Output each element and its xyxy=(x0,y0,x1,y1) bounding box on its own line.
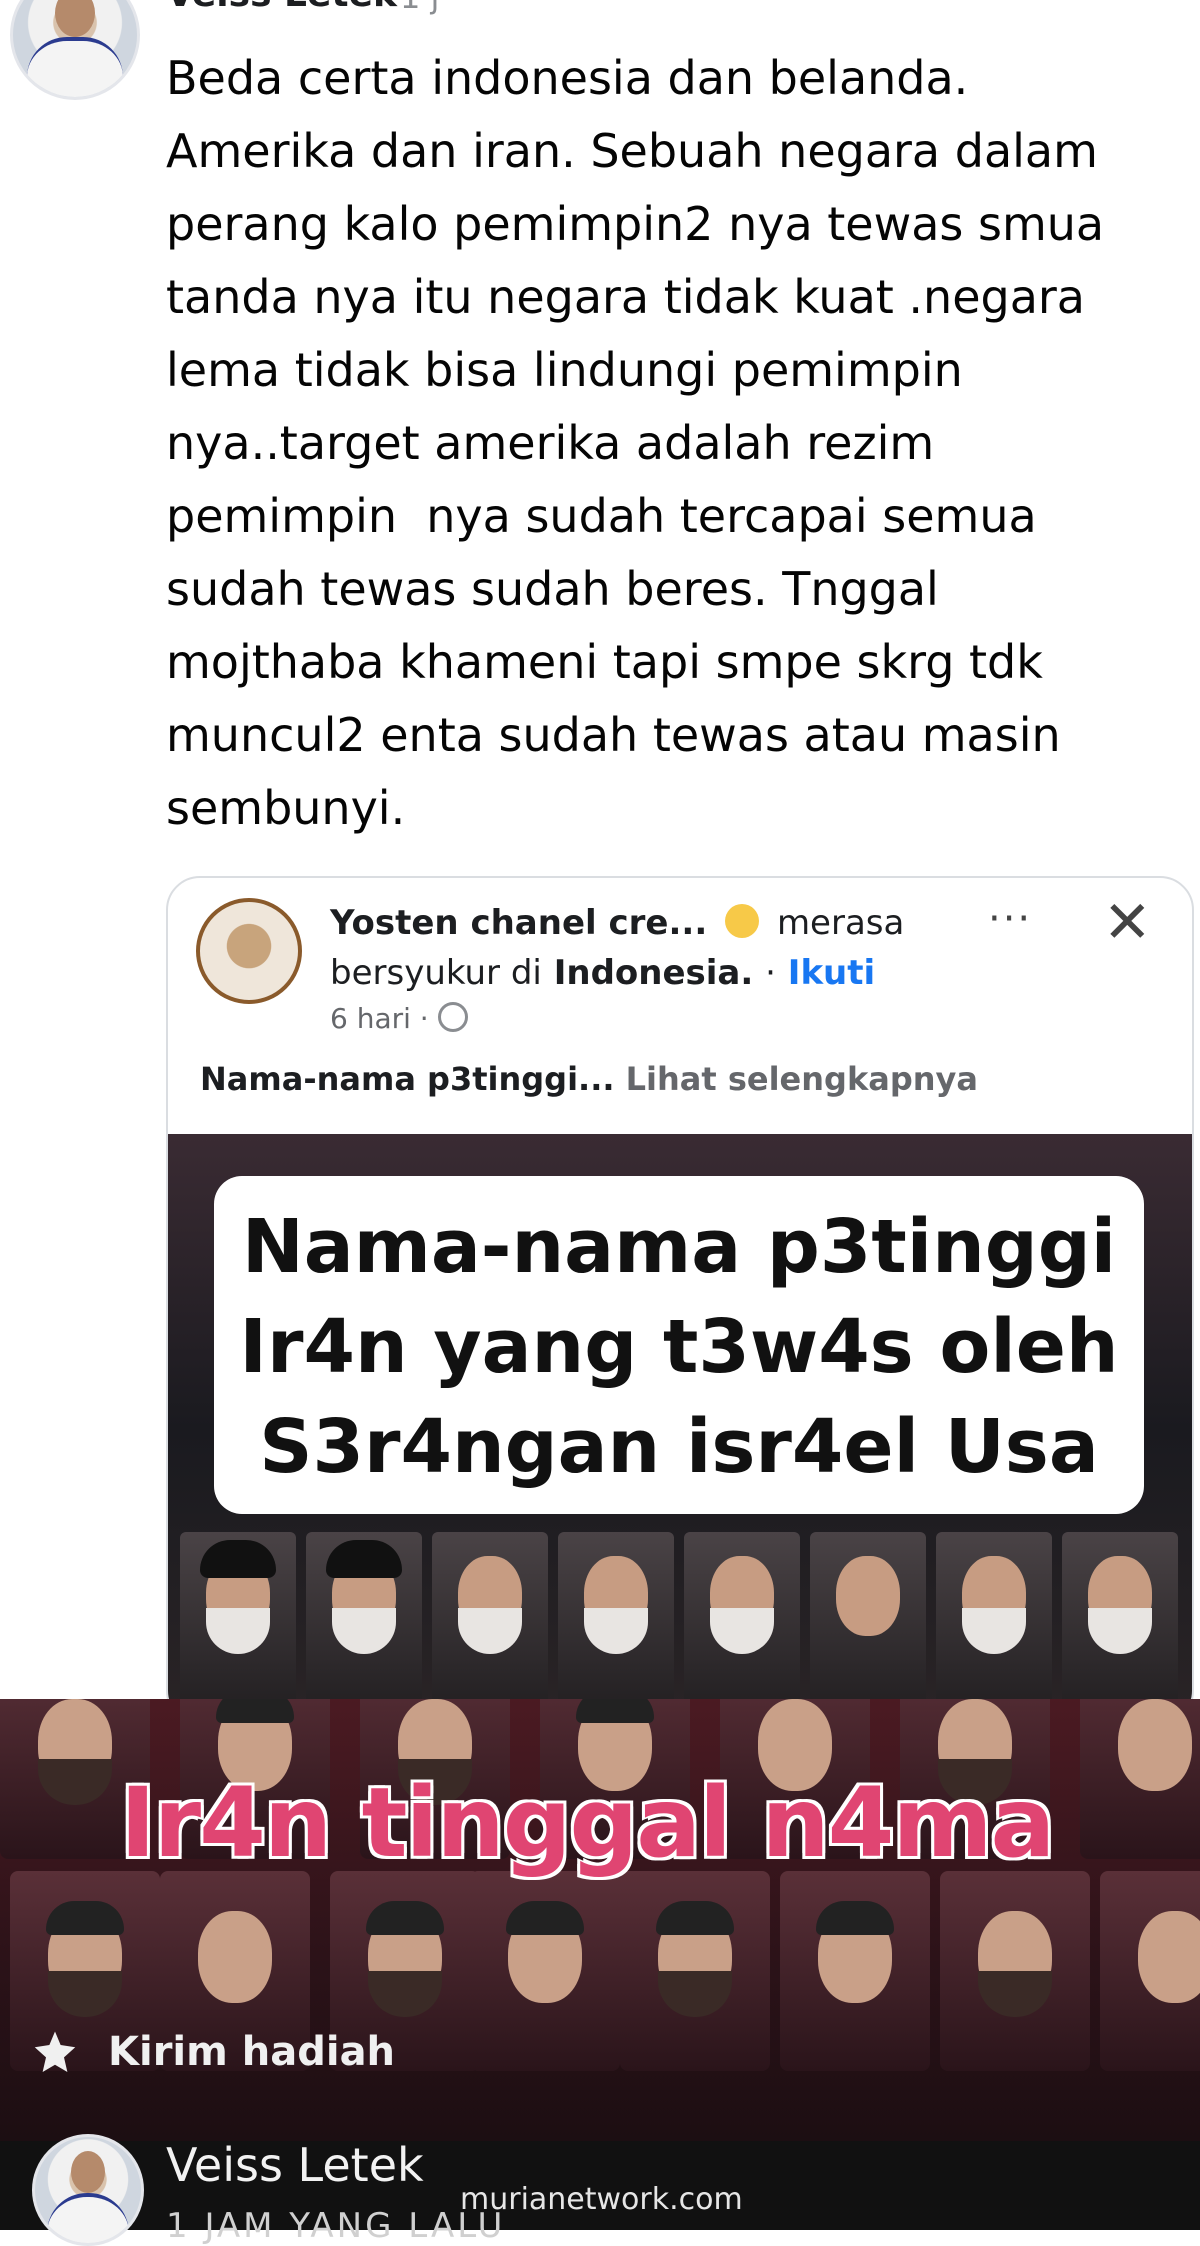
shared-post-card[interactable]: Yosten chanel cre... merasa bersyukur di… xyxy=(166,876,1194,1725)
header-separator: · xyxy=(765,953,776,993)
post-image[interactable]: Nama-nama p3tinggi Ir4n yang t3w4s oleh … xyxy=(168,1134,1192,1723)
comment-text: Beda certa indonesia dan belanda. Amerik… xyxy=(166,51,1105,835)
gift-icon[interactable] xyxy=(28,2027,82,2081)
avatar-head xyxy=(55,0,95,37)
portrait xyxy=(432,1532,548,1712)
post-header: Yosten chanel cre... merasa bersyukur di… xyxy=(330,898,970,998)
commenter-avatar[interactable] xyxy=(10,0,140,100)
portrait-row xyxy=(168,1532,1192,1712)
portrait xyxy=(558,1532,674,1712)
feeling-emoji-icon xyxy=(725,904,760,938)
feeling-rest: bersyukur di xyxy=(330,953,542,993)
commenter-name[interactable]: Veiss Letek xyxy=(166,0,397,15)
headline-line-1: Nama-nama p3tinggi xyxy=(241,1204,1117,1290)
headline-line-3: S3r4ngan isr4el Usa xyxy=(259,1404,1099,1490)
portrait xyxy=(684,1532,800,1712)
collage-image[interactable]: Ir4n tinggal n4ma Kirim hadiah xyxy=(0,1699,1200,2141)
feeling-text: merasa xyxy=(776,903,905,943)
portrait xyxy=(470,1871,620,2071)
portrait xyxy=(180,1532,296,1712)
portrait xyxy=(306,1532,422,1712)
location-link[interactable]: Indonesia. xyxy=(554,953,754,993)
headline-line-2: Ir4n yang t3w4s oleh xyxy=(239,1304,1119,1390)
portrait xyxy=(936,1532,1052,1712)
page-avatar[interactable] xyxy=(196,898,302,1004)
portrait xyxy=(1062,1532,1178,1712)
close-icon[interactable]: ✕ xyxy=(1103,888,1152,956)
send-gift-button[interactable]: Kirim hadiah xyxy=(108,2029,395,2075)
portrait xyxy=(1080,1699,1200,1859)
portrait xyxy=(780,1871,930,2071)
post-time: 6 hari · xyxy=(330,1002,468,1035)
comment-meta: 1 j xyxy=(400,0,439,16)
headline-box: Nama-nama p3tinggi Ir4n yang t3w4s oleh … xyxy=(214,1176,1144,1514)
bottom-comment-time: 1 JAM YANG LALU xyxy=(166,2206,506,2246)
avatar-shirt xyxy=(27,37,123,97)
watermark: murianetwork.com xyxy=(460,2182,743,2217)
post-time-text: 6 hari · xyxy=(330,1002,429,1035)
post-snippet: Nama-nama p3tinggi... Lihat selengkapnya xyxy=(200,1060,978,1098)
collage-title: Ir4n tinggal n4ma xyxy=(120,1767,1055,1879)
commenter-avatar[interactable] xyxy=(32,2134,144,2246)
page-name[interactable]: Yosten chanel cre... xyxy=(330,903,707,943)
follow-button[interactable]: Ikuti xyxy=(788,953,875,993)
globe-icon xyxy=(437,1002,468,1032)
see-more-link[interactable]: Lihat selengkapnya xyxy=(626,1060,978,1098)
avatar-shirt xyxy=(47,2193,129,2243)
more-options-icon[interactable]: ··· xyxy=(988,896,1032,942)
portrait xyxy=(940,1871,1090,2071)
avatar-head xyxy=(71,2151,105,2193)
portrait xyxy=(810,1532,926,1712)
portrait xyxy=(1100,1871,1200,2071)
snippet-text: Nama-nama p3tinggi... xyxy=(200,1060,615,1098)
bottom-commenter-name[interactable]: Veiss Letek xyxy=(166,2138,424,2192)
portrait xyxy=(620,1871,770,2071)
